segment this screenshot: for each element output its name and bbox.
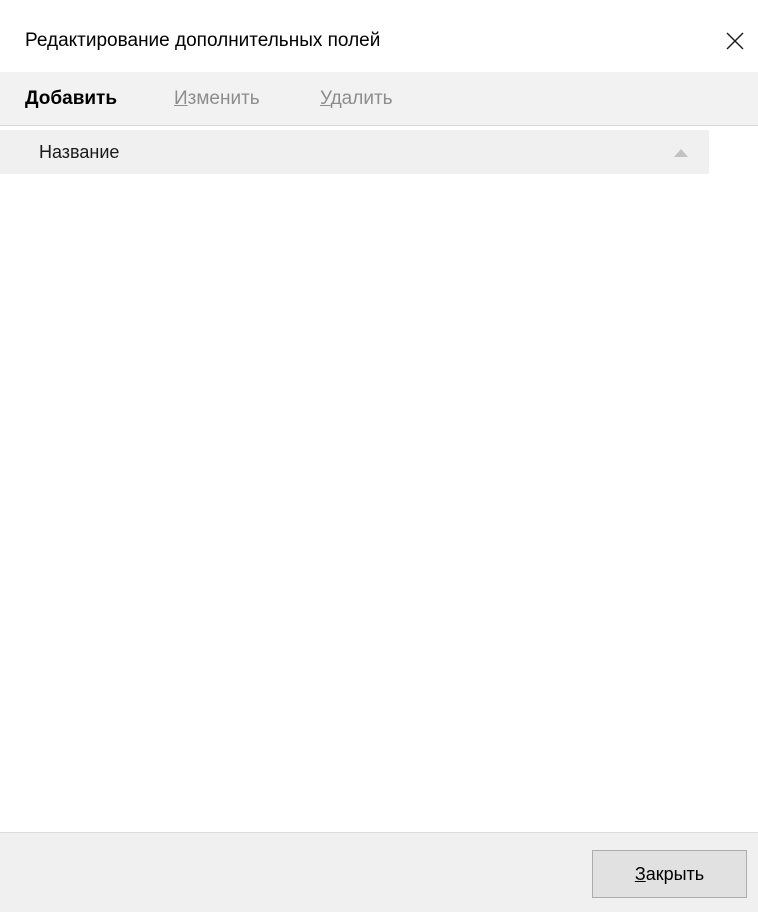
edit-mnemonic: И bbox=[174, 88, 188, 109]
close-label: акрыть bbox=[645, 863, 705, 884]
toolbar: Добавить Изменить Удалить bbox=[0, 72, 758, 126]
column-header-name[interactable]: Название bbox=[0, 130, 709, 174]
fields-list[interactable]: Название bbox=[0, 126, 758, 832]
add-label: обавить bbox=[38, 88, 118, 109]
edit-label: зменить bbox=[187, 88, 260, 109]
delete-label: далить bbox=[330, 88, 393, 109]
close-button[interactable]: Закрыть bbox=[592, 850, 747, 898]
delete-mnemonic: У bbox=[320, 88, 331, 109]
dialog-footer: Закрыть bbox=[0, 832, 758, 912]
dialog-window: Редактирование дополнительных полей Доба… bbox=[0, 0, 758, 912]
window-close-button[interactable] bbox=[712, 18, 758, 64]
add-button[interactable]: Добавить bbox=[25, 88, 117, 110]
close-icon bbox=[726, 32, 744, 50]
close-mnemonic: З bbox=[634, 863, 646, 884]
title-bar: Редактирование дополнительных полей bbox=[0, 0, 758, 72]
add-mnemonic: Д bbox=[25, 88, 39, 109]
edit-button[interactable]: Изменить bbox=[174, 88, 260, 110]
column-header-label: Название bbox=[39, 142, 120, 162]
sort-ascending-icon bbox=[674, 149, 688, 157]
window-title: Редактирование дополнительных полей bbox=[25, 30, 381, 51]
delete-button[interactable]: Удалить bbox=[320, 88, 393, 110]
